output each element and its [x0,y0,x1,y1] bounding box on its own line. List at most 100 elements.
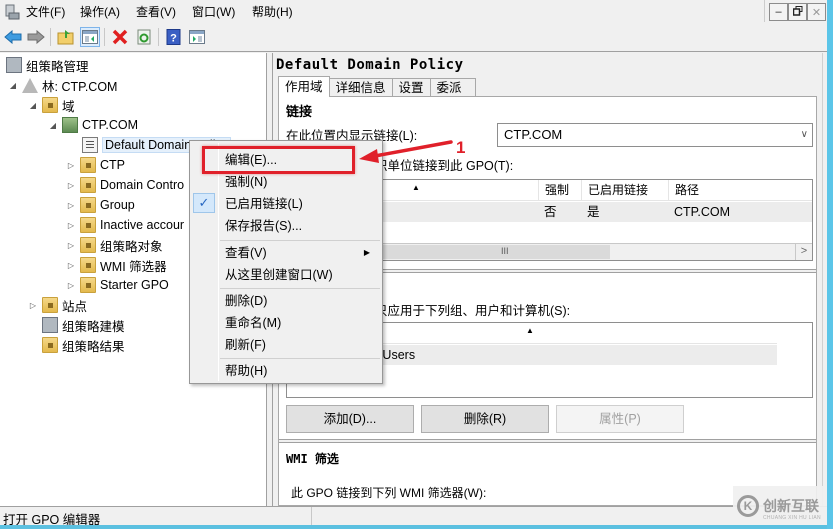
restore-button[interactable] [788,3,807,21]
menu-item-new-window[interactable]: 从这里创建窗口(W) [192,264,380,286]
forward-button[interactable] [26,27,46,47]
tree-item-domain-controllers[interactable]: ▷ Domain Contro [66,175,184,195]
expand-icon[interactable]: ▷ [66,241,76,250]
toolbar: ? [0,24,833,52]
menu-view[interactable]: 查看(V) [136,4,176,20]
close-button[interactable]: ✕ [807,3,826,21]
column-header-path[interactable]: 路径 [668,180,812,201]
menu-item-link-enabled[interactable]: 已启用链接(L) [192,193,380,215]
action-pane-button[interactable] [187,27,207,47]
tree-domain-label: CTP.COM [82,118,139,132]
add-button[interactable]: 添加(D)... [286,405,414,433]
toolbar-separator [104,28,105,46]
tree-item-label: Inactive accour [100,218,185,232]
expand-icon[interactable]: ▷ [66,221,76,230]
toolbar-separator [158,28,159,46]
menu-item-view-label: 查看(V) [225,246,267,260]
menu-action[interactable]: 操作(A) [80,4,120,20]
context-menu: 编辑(E)... 强制(N) ✓ 已启用链接(L) 保存报告(S)... 查看(… [189,140,383,384]
tab-strip: 作用域 详细信息 设置 委派 [278,76,476,98]
column-header-enforced[interactable]: 强制 [538,180,581,201]
links-heading: 链接 [286,104,313,119]
menu-item-save-report[interactable]: 保存报告(S)... [192,215,380,237]
refresh-button[interactable] [134,27,154,47]
up-folder-button[interactable] [56,27,76,47]
tab-settings[interactable]: 设置 [391,78,431,97]
menu-separator [220,288,380,289]
wmi-filter-icon [80,257,96,273]
window-controls: ‒ ✕ [769,3,826,21]
sort-ascending-icon: ▲ [526,326,534,335]
menu-file[interactable]: 文件(F) [26,4,65,20]
menu-item-enforced[interactable]: 强制(N) [192,171,380,193]
help-icon: ? [166,29,181,45]
tree-item-label: CTP [100,158,125,172]
menu-item-view[interactable]: 查看(V) ▶ [192,242,380,264]
results-icon [42,337,58,353]
toolbar-separator [50,28,51,46]
status-bar: 打开 GPO 编辑器 [0,506,833,527]
tree-root[interactable]: 组策略管理 [6,55,89,75]
expand-icon[interactable]: ▷ [66,181,76,190]
tree-forest[interactable]: ◢ 林: CTP.COM [8,75,117,95]
tree-sites-label: 站点 [62,299,88,314]
properties-button: 属性(P) [556,405,684,433]
menu-item-help[interactable]: 帮助(H) [192,360,380,382]
tab-delegation[interactable]: 委派 [429,78,476,97]
refresh-icon [137,29,151,45]
expand-icon[interactable]: ▷ [66,261,76,270]
column-header-link-enabled[interactable]: 已启用链接 [581,180,668,201]
tab-details[interactable]: 详细信息 [328,78,393,97]
expand-icon[interactable]: ▷ [66,201,76,210]
tree-modeling[interactable]: 组策略建模 [42,315,125,335]
location-dropdown[interactable]: CTP.COM ∨ [497,123,813,147]
expand-icon[interactable]: ▷ [66,281,76,290]
menu-help[interactable]: 帮助(H) [252,4,293,20]
wmi-filter-label: 此 GPO 链接到下列 WMI 筛选器(W): [291,486,487,500]
delete-x-icon [112,29,128,45]
tree-item-ctp[interactable]: ▷ CTP [66,155,125,175]
tree-item-label: WMI 筛选器 [100,259,167,274]
gpo-title: Default Domain Policy [276,57,464,73]
menu-separator [220,240,380,241]
expand-icon[interactable]: ▷ [28,301,38,310]
tree-item-inactive-accounts[interactable]: ▷ Inactive accour [66,215,184,235]
tree-domains-label: 域 [62,99,75,114]
tree-item-starter-gpo[interactable]: ▷ Starter GPO [66,275,169,295]
tree-domain[interactable]: ◢ CTP.COM [48,115,138,135]
tree-results[interactable]: 组策略结果 [42,335,125,355]
watermark-logo-icon: K [737,494,759,517]
delete-button[interactable] [110,27,130,47]
scroll-right-icon[interactable]: > [795,244,812,260]
ou-icon [80,177,96,193]
menu-item-refresh[interactable]: 刷新(F) [192,334,380,356]
expand-icon[interactable]: ▷ [66,161,76,170]
menu-item-rename[interactable]: 重命名(M) [192,312,380,334]
location-value: CTP.COM [504,127,563,142]
menu-window[interactable]: 窗口(W) [192,4,235,20]
tree-item-group[interactable]: ▷ Group [66,195,135,215]
tree-sites[interactable]: ▷ 站点 [28,295,87,315]
minimize-button[interactable]: ‒ [769,3,788,21]
menu-item-delete[interactable]: 删除(D) [192,290,380,312]
tree-item-wmi-filters[interactable]: ▷ WMI 筛选器 [66,255,167,275]
close-icon: ✕ [811,6,822,19]
menubar-separator [764,0,765,22]
collapse-icon[interactable]: ◢ [8,81,18,90]
gpmc-app-icon [4,4,20,20]
help-button[interactable]: ? [164,27,184,47]
collapse-icon[interactable]: ◢ [48,121,58,130]
back-button[interactable] [3,27,23,47]
domain-icon [62,117,78,133]
folder-up-icon [57,30,74,45]
collapse-icon[interactable]: ◢ [28,101,38,110]
status-separator [311,507,312,526]
taskbar-strip [0,525,833,529]
cell-path: CTP.COM [674,205,731,219]
tab-scope[interactable]: 作用域 [278,76,330,97]
console-tree-button[interactable] [80,27,100,47]
tree-item-gpo-objects[interactable]: ▷ 组策略对象 [66,235,163,255]
tree-domains[interactable]: ◢ 域 [28,95,75,115]
gpo-container-icon [80,237,96,253]
remove-button[interactable]: 删除(R) [421,405,549,433]
